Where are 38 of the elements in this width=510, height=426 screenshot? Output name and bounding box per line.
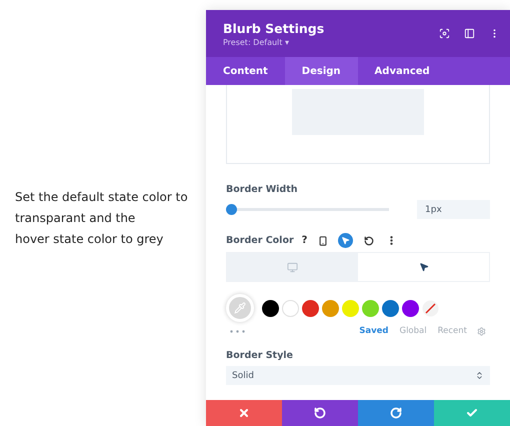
color-swatch[interactable] — [322, 300, 339, 316]
check-icon — [466, 407, 478, 419]
more-dots-icon[interactable] — [230, 330, 245, 332]
close-icon — [238, 407, 250, 419]
color-swatch[interactable] — [402, 300, 419, 316]
updown-icon — [475, 371, 484, 380]
help-icon[interactable]: ? — [302, 235, 308, 246]
color-swatch[interactable] — [362, 300, 379, 316]
width-input[interactable]: 1px — [417, 200, 490, 219]
color-swatch[interactable] — [282, 300, 299, 316]
color-swatch[interactable] — [382, 300, 399, 316]
panel-title: Blurb Settings — [223, 20, 326, 36]
field-label: Border Color — [226, 235, 294, 246]
color-swatch[interactable] — [302, 300, 319, 316]
tab[interactable]: Design — [284, 57, 358, 85]
undo-button[interactable] — [282, 400, 358, 426]
redo-icon — [390, 407, 402, 419]
undo-icon — [314, 407, 326, 419]
preset-dropdown[interactable]: Preset: Default ▾ — [223, 38, 425, 46]
field-label: Border Width — [226, 184, 299, 195]
pointer-icon[interactable] — [338, 233, 354, 248]
instruction-text: Set the default state color to transparant and the hover state color to grey — [15, 188, 188, 248]
color-swatch[interactable] — [342, 300, 359, 316]
tab[interactable]: Content — [206, 57, 285, 85]
style-select[interactable]: Solid — [226, 366, 490, 385]
eyedropper-icon — [234, 302, 246, 314]
sidebar-icon[interactable] — [464, 28, 475, 39]
transparent-swatch[interactable] — [422, 300, 439, 316]
monitor-icon — [287, 262, 298, 272]
color-swatch[interactable] — [262, 300, 279, 316]
focus-icon[interactable] — [439, 28, 450, 39]
redo-button[interactable] — [358, 400, 434, 426]
settings-icon[interactable] — [477, 326, 486, 336]
slider-thumb[interactable] — [226, 204, 237, 215]
palette-tab[interactable]: Saved — [359, 326, 388, 336]
pointer-icon — [418, 262, 428, 272]
field-label: Border Style — [226, 350, 294, 361]
tab[interactable]: Advanced — [358, 57, 447, 85]
